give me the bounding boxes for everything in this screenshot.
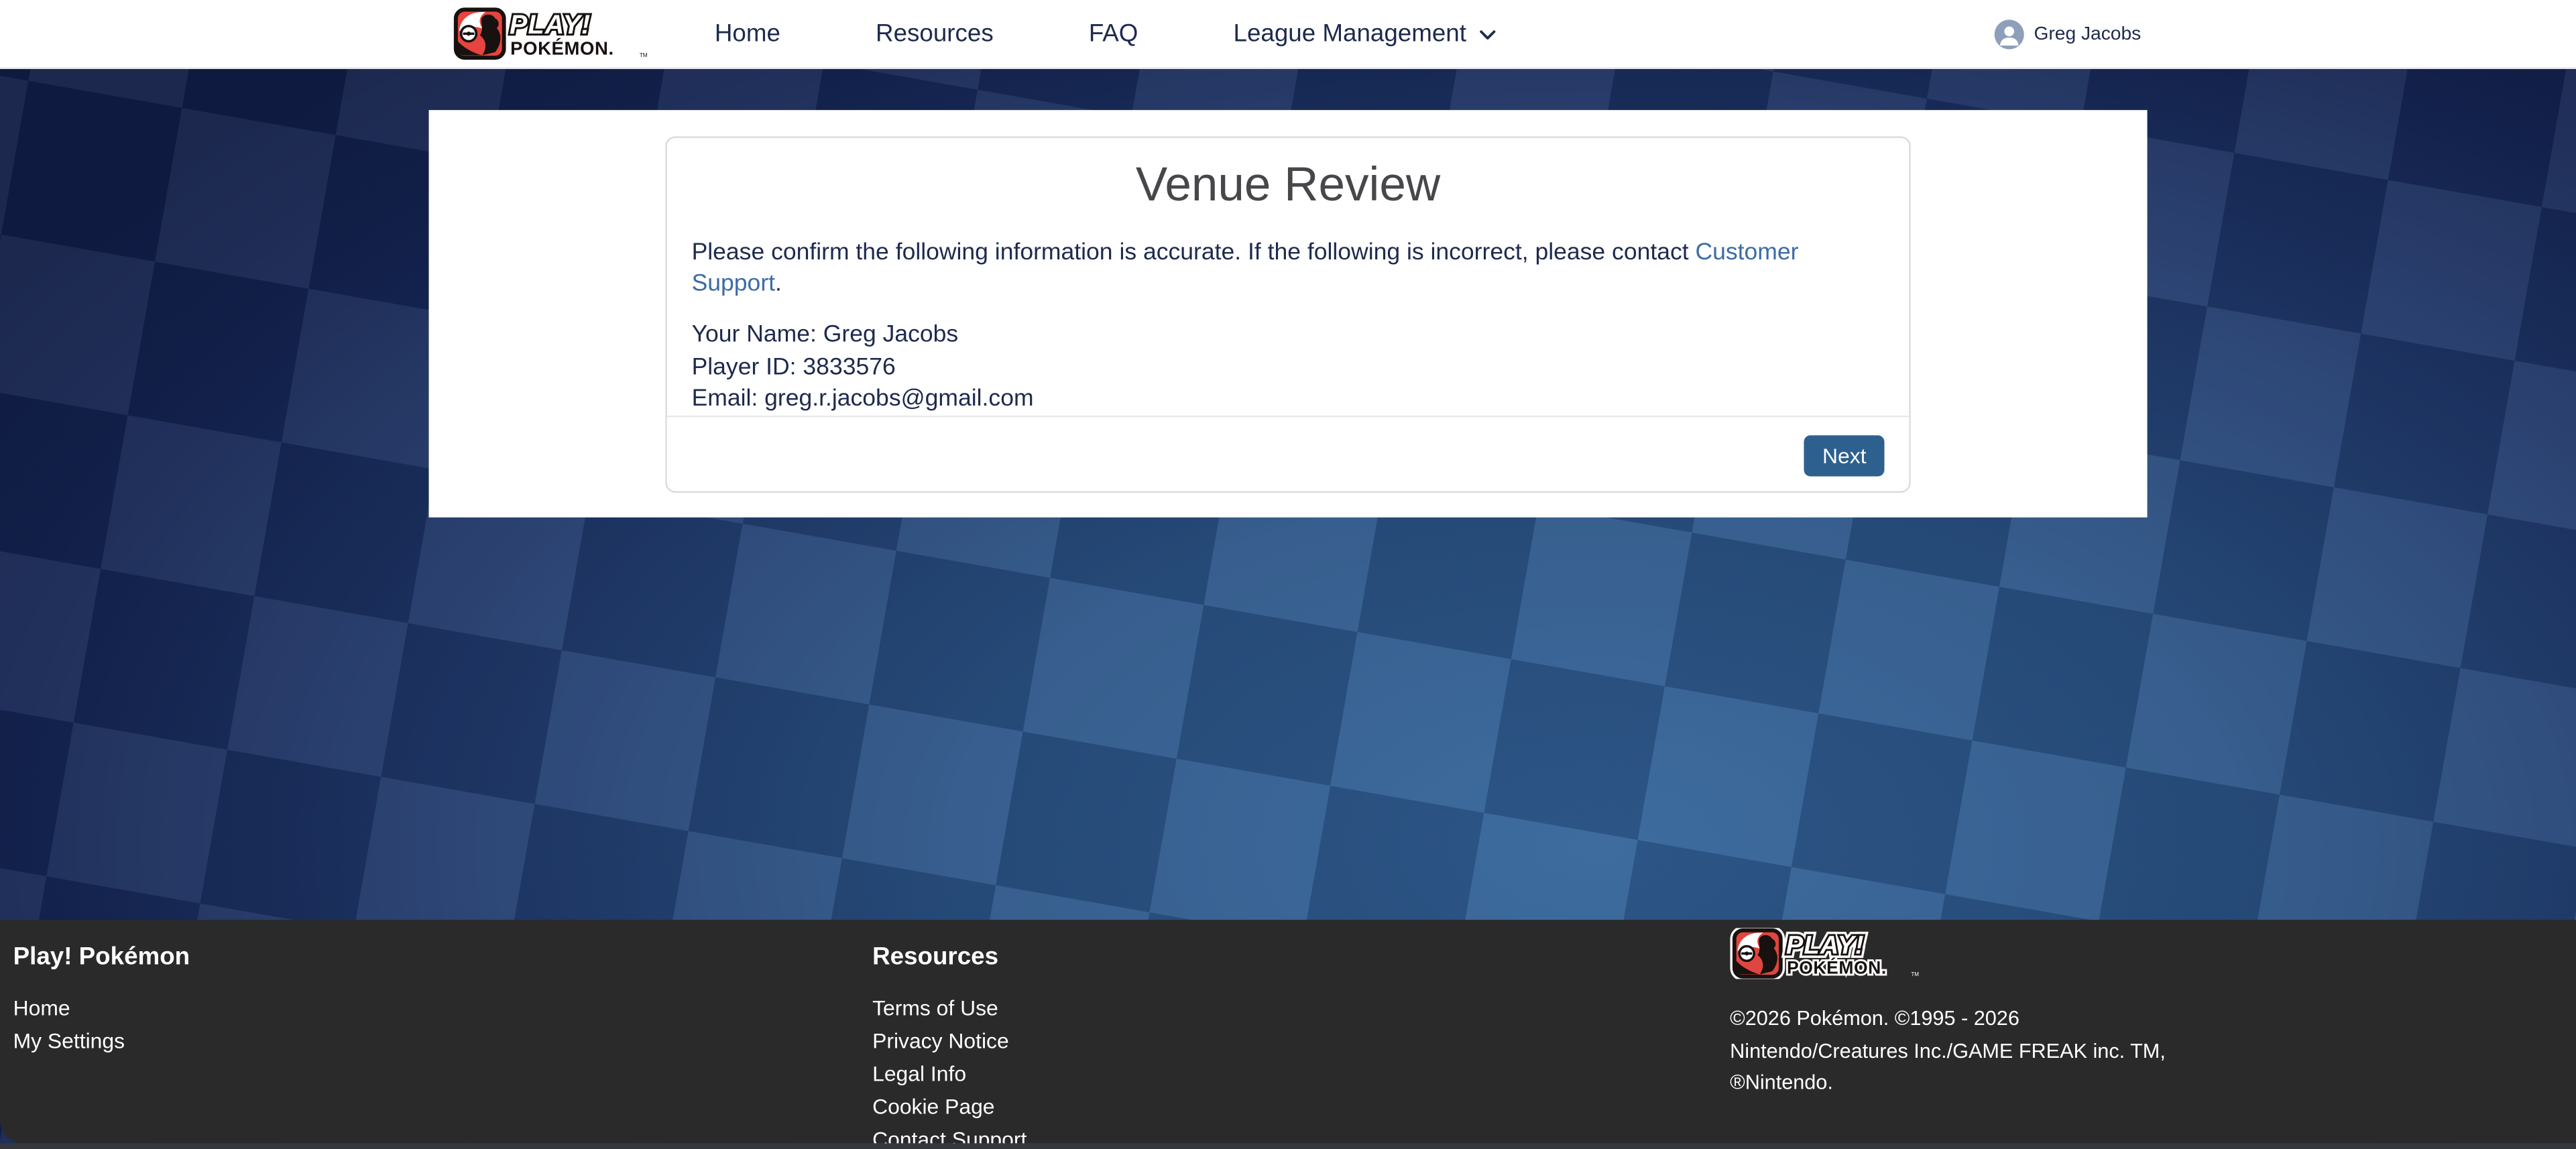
footer-heading-resources: Resources (872, 943, 1027, 971)
footer-link-cookie-page[interactable]: Cookie Page (872, 1091, 1027, 1124)
play-pokemon-logo-footer: PLAY! PLAY! POKÉMON. TM (1730, 928, 1927, 979)
field-player-id: Player ID: 3833576 (692, 353, 1885, 385)
nav-league-management-label: League Management (1234, 19, 1466, 48)
footer-column-resources: Resources Terms of Use Privacy Notice Le… (872, 943, 1027, 1149)
page-title: Venue Review (667, 158, 1909, 213)
logo-tm: TM (1911, 971, 1919, 977)
footer-heading-play-pokemon: Play! Pokémon (13, 943, 190, 971)
person-icon (1995, 19, 2024, 48)
logo-pokemon-text: POKÉMON. (1787, 957, 1887, 977)
nav-resources[interactable]: Resources (876, 19, 994, 48)
main-nav: Home Resources FAQ League Management (715, 0, 1496, 67)
field-your-name: Your Name: Greg Jacobs (692, 320, 1885, 353)
nav-league-management[interactable]: League Management (1234, 19, 1497, 48)
avatar (1995, 19, 2024, 48)
chevron-down-icon (1478, 29, 1496, 41)
confirm-text-prefix: Please confirm the following information… (692, 240, 1696, 266)
logo-pokemon-text: POKÉMON. (510, 38, 614, 58)
content-panel: Venue Review Please confirm the followin… (429, 110, 2148, 518)
footer-column-play-pokemon: Play! Pokémon Home My Settings (13, 943, 190, 1058)
footer-link-my-settings[interactable]: My Settings (13, 1025, 190, 1058)
play-pokemon-logo[interactable]: PLAY! POKÉMON. TM (453, 7, 654, 61)
confirm-text: Please confirm the following information… (692, 238, 1885, 300)
footer-link-privacy-notice[interactable]: Privacy Notice (872, 1025, 1027, 1058)
copyright-line: ©2026 Pokémon. ©1995 - 2026 (1730, 1004, 2166, 1036)
venue-review-card: Venue Review Please confirm the followin… (665, 136, 1910, 493)
footer-panel: Play! Pokémon Home My Settings Resources… (0, 920, 2576, 1143)
footer-column-brand: PLAY! PLAY! POKÉMON. TM ©2026 Pokémon. ©… (1730, 928, 2166, 1099)
confirm-text-suffix: . (775, 271, 782, 297)
footer-bottom-strip (0, 1143, 2576, 1149)
logo-play-text: PLAY! (1786, 931, 1865, 959)
nav-home[interactable]: Home (715, 19, 780, 48)
user-name: Greg Jacobs (2034, 24, 2141, 44)
nav-faq[interactable]: FAQ (1089, 19, 1138, 48)
card-footer: Next (667, 416, 1909, 491)
copyright-line: Nintendo/Creatures Inc./GAME FREAK inc. … (1730, 1036, 2166, 1068)
header: PLAY! POKÉMON. TM Home Resources FAQ Lea… (0, 0, 2576, 69)
copyright-line: ®Nintendo. (1730, 1068, 2166, 1100)
footer-link-home[interactable]: Home (13, 992, 190, 1025)
copyright: ©2026 Pokémon. ©1995 - 2026 Nintendo/Cre… (1730, 1004, 2166, 1099)
footer-link-terms-of-use[interactable]: Terms of Use (872, 992, 1027, 1025)
user-menu[interactable]: Greg Jacobs (1995, 0, 2142, 67)
field-email: Email: greg.r.jacobs@gmail.com (692, 385, 1885, 417)
footer: Play! Pokémon Home My Settings Resources… (0, 920, 2576, 1149)
logo-play-text: PLAY! (510, 10, 591, 40)
next-button[interactable]: Next (1804, 435, 1884, 476)
footer-link-legal-info[interactable]: Legal Info (872, 1058, 1027, 1091)
player-info: Your Name: Greg Jacobs Player ID: 383357… (692, 320, 1885, 418)
logo-tm: TM (640, 52, 648, 58)
page: PLAY! POKÉMON. TM Home Resources FAQ Lea… (0, 0, 2576, 1149)
